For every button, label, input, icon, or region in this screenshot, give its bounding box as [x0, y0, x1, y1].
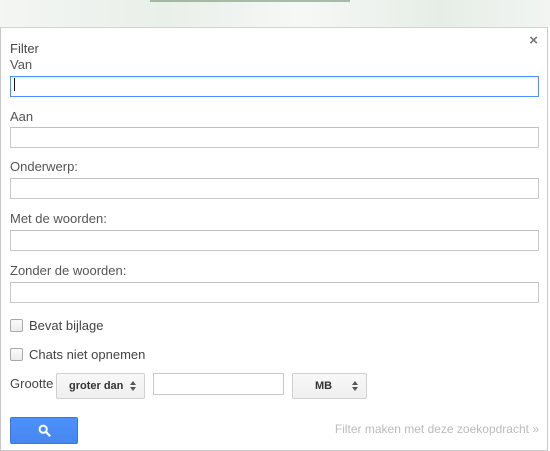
close-icon[interactable]: × [529, 33, 538, 48]
to-field[interactable] [10, 127, 539, 148]
to-label: Aan [10, 109, 34, 124]
exclude-chats-row[interactable]: Chats niet opnemen [10, 347, 145, 362]
has-words-field[interactable] [10, 230, 539, 251]
subject-label: Onderwerp: [10, 159, 78, 174]
size-unit-value: MB [315, 380, 333, 392]
from-field[interactable] [10, 76, 539, 97]
subject-field[interactable] [10, 178, 539, 199]
select-arrows-icon [350, 381, 360, 391]
has-attachment-label: Bevat bijlage [29, 318, 104, 333]
size-operator-value: groter dan [69, 380, 124, 392]
exclude-chats-label: Chats niet opnemen [29, 347, 146, 362]
filter-dialog: × Filter Van Aan Onderwerp: Met de woord… [0, 27, 548, 451]
doesnt-have-label: Zonder de woorden: [10, 263, 127, 278]
search-button[interactable] [10, 417, 78, 444]
background-header [0, 0, 550, 27]
doesnt-have-field[interactable] [10, 282, 539, 303]
has-attachment-checkbox[interactable] [10, 319, 23, 332]
search-icon [38, 424, 51, 437]
from-label: Van [10, 57, 33, 72]
create-filter-link[interactable]: Filter maken met deze zoekopdracht » [335, 422, 539, 436]
size-unit-select[interactable]: MB [292, 373, 367, 399]
size-value-field[interactable] [153, 373, 284, 395]
has-attachment-row[interactable]: Bevat bijlage [10, 318, 103, 333]
dialog-title: Filter [10, 41, 39, 56]
select-arrows-icon [128, 381, 138, 391]
has-words-label: Met de woorden: [10, 211, 107, 226]
exclude-chats-checkbox[interactable] [10, 348, 23, 361]
text-caret [14, 78, 15, 91]
size-operator-select[interactable]: groter dan [56, 373, 145, 399]
size-label: Grootte [10, 376, 54, 391]
